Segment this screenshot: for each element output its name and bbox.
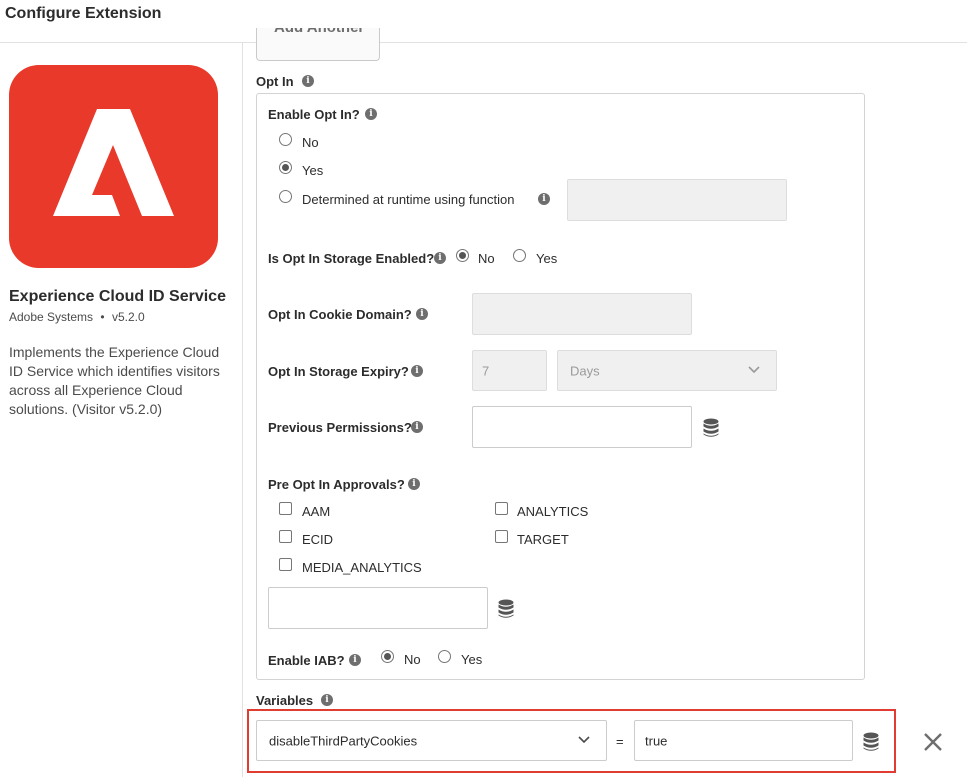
add-another-label: Add Another bbox=[274, 28, 364, 36]
storage-expiry-label: Opt In Storage Expiry? bbox=[268, 364, 409, 379]
approval-aam-label: AAM bbox=[302, 504, 331, 519]
equals-sign: = bbox=[616, 734, 624, 749]
approvals-label: Pre Opt In Approvals? bbox=[268, 477, 405, 492]
approval-ecid-label: ECID bbox=[302, 532, 334, 547]
approval-analytics-checkbox[interactable] bbox=[495, 502, 508, 515]
approval-ecid-checkbox[interactable] bbox=[279, 530, 292, 543]
approval-aam-checkbox[interactable] bbox=[279, 502, 292, 515]
enable-opt-in-yes-label: Yes bbox=[302, 163, 324, 178]
enable-opt-in-label: Enable Opt In? bbox=[268, 107, 360, 122]
enable-iab-no-label: No bbox=[404, 652, 421, 667]
variable-value-input[interactable]: true bbox=[634, 720, 853, 761]
storage-enabled-yes-radio[interactable] bbox=[513, 249, 526, 262]
close-icon[interactable] bbox=[920, 726, 946, 758]
approval-target-label: TARGET bbox=[517, 532, 569, 547]
page-title: Configure Extension bbox=[5, 5, 162, 22]
approval-analytics-label: ANALYTICS bbox=[517, 504, 589, 519]
add-another-button[interactable]: Add Another bbox=[256, 28, 380, 61]
variables-section-label: Variables bbox=[256, 693, 314, 708]
sidebar-divider bbox=[242, 43, 243, 777]
storage-expiry-input[interactable]: 7 bbox=[472, 350, 547, 391]
enable-opt-in-no-label: No bbox=[302, 135, 319, 150]
extension-description: Implements the Experience Cloud ID Servi… bbox=[9, 344, 220, 417]
meta-separator: • bbox=[100, 310, 105, 324]
enable-iab-yes-label: Yes bbox=[461, 652, 483, 667]
previous-permissions-label: Previous Permissions? bbox=[268, 420, 412, 435]
enable-opt-in-runtime-radio[interactable] bbox=[279, 190, 292, 203]
info-icon[interactable]: i bbox=[408, 478, 420, 490]
enable-iab-no-radio[interactable] bbox=[381, 650, 394, 663]
enable-opt-in-runtime-label: Determined at runtime using function bbox=[302, 192, 515, 207]
approval-media-analytics-checkbox[interactable] bbox=[279, 558, 292, 571]
info-icon[interactable]: i bbox=[416, 308, 428, 320]
info-icon[interactable]: i bbox=[321, 694, 333, 706]
info-icon[interactable]: i bbox=[365, 108, 377, 120]
info-icon[interactable]: i bbox=[538, 193, 550, 205]
previous-permissions-input[interactable] bbox=[472, 406, 692, 448]
storage-expiry-value: 7 bbox=[482, 363, 490, 378]
runtime-function-input[interactable] bbox=[567, 179, 787, 221]
database-icon[interactable] bbox=[703, 418, 719, 438]
database-icon[interactable] bbox=[498, 599, 514, 619]
chevron-down-icon bbox=[748, 365, 760, 377]
enable-opt-in-yes-radio[interactable] bbox=[279, 161, 292, 174]
extension-meta: Adobe Systems • v5.2.0 bbox=[9, 310, 145, 324]
enable-opt-in-no-radio[interactable] bbox=[279, 133, 292, 146]
info-icon[interactable]: i bbox=[302, 75, 314, 87]
storage-expiry-unit-select[interactable]: Days bbox=[557, 350, 777, 391]
chevron-down-icon bbox=[578, 735, 590, 747]
info-icon[interactable]: i bbox=[434, 252, 446, 264]
database-icon[interactable] bbox=[863, 732, 879, 752]
storage-enabled-no-label: No bbox=[478, 251, 495, 266]
opt-in-section-label: Opt In bbox=[256, 74, 294, 89]
storage-enabled-no-radio[interactable] bbox=[456, 249, 469, 262]
extension-name: Experience Cloud ID Service bbox=[9, 288, 226, 305]
approvals-input[interactable] bbox=[268, 587, 488, 629]
approval-media-analytics-label: MEDIA_ANALYTICS bbox=[302, 560, 422, 575]
extension-version: v5.2.0 bbox=[111, 310, 145, 324]
enable-iab-yes-radio[interactable] bbox=[438, 650, 451, 663]
storage-expiry-unit-value: Days bbox=[570, 363, 600, 378]
info-icon[interactable]: i bbox=[411, 365, 423, 377]
approval-target-checkbox[interactable] bbox=[495, 530, 508, 543]
enable-iab-label: Enable IAB? bbox=[268, 653, 345, 668]
cookie-domain-label: Opt In Cookie Domain? bbox=[268, 307, 412, 322]
adobe-logo bbox=[9, 65, 218, 268]
variable-name-select[interactable]: disableThirdPartyCookies bbox=[256, 720, 607, 761]
variable-value: true bbox=[645, 733, 668, 748]
info-icon[interactable]: i bbox=[349, 654, 361, 666]
cookie-domain-input[interactable] bbox=[472, 293, 692, 335]
storage-enabled-yes-label: Yes bbox=[536, 251, 558, 266]
info-icon[interactable]: i bbox=[411, 421, 423, 433]
storage-enabled-label: Is Opt In Storage Enabled? bbox=[268, 251, 435, 266]
variable-name-value: disableThirdPartyCookies bbox=[269, 733, 418, 748]
extension-vendor: Adobe Systems bbox=[9, 310, 94, 324]
